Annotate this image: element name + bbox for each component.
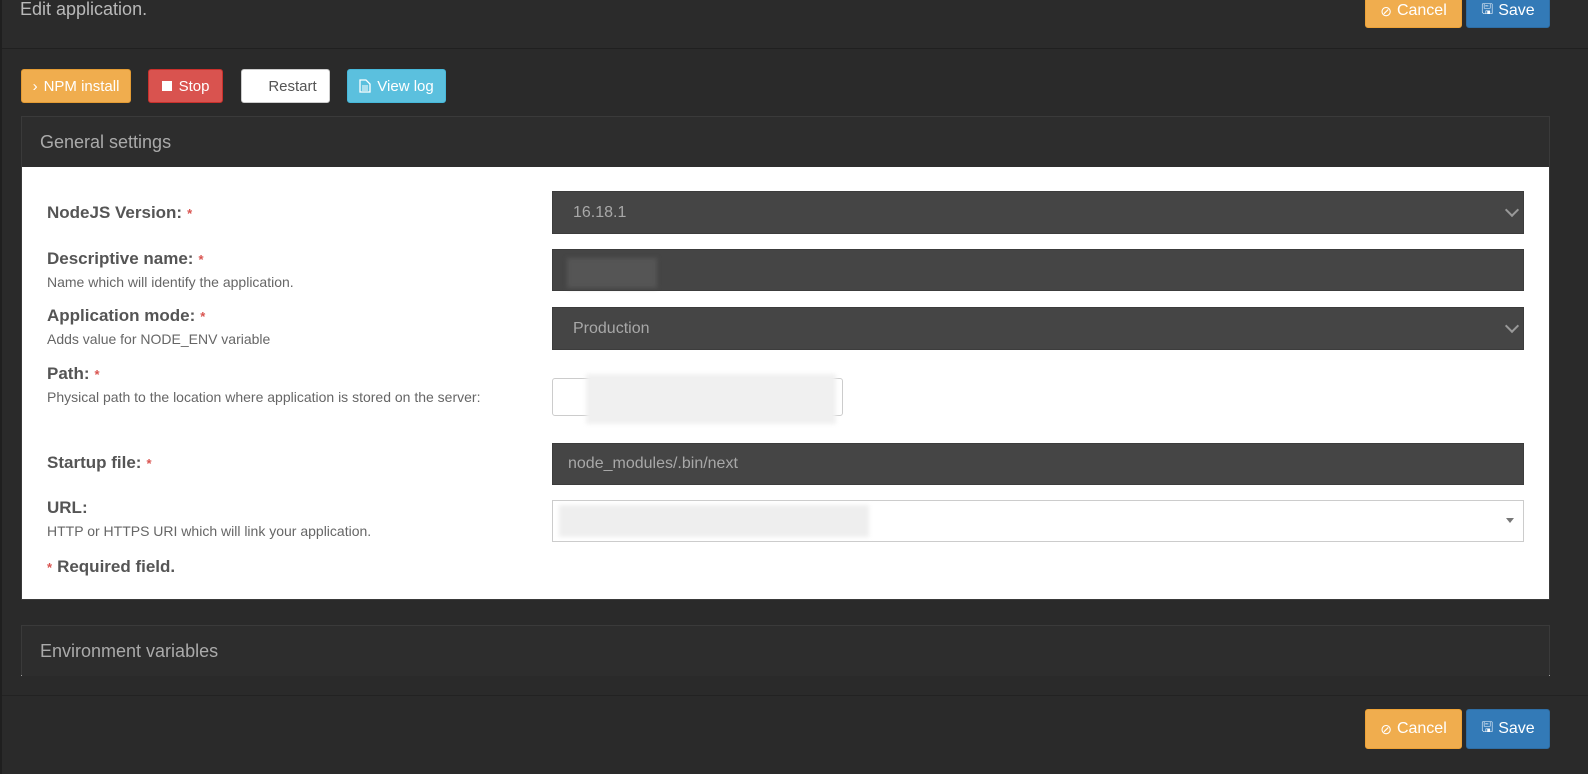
save-button-top[interactable]: 🖫 Save	[1466, 0, 1550, 28]
required-star: *	[47, 560, 53, 575]
general-settings-body: NodeJS Version: * 16.18.1 Descriptive nam…	[22, 167, 1549, 599]
environment-variables-heading: Environment variables	[22, 626, 1549, 676]
caret-down-icon	[1506, 518, 1514, 523]
save-label: Save	[1498, 720, 1535, 737]
general-settings-heading: General settings	[22, 117, 1549, 167]
chevron-down-icon	[1504, 318, 1520, 334]
required-star: *	[187, 206, 193, 221]
required-star: *	[146, 456, 152, 471]
page-header: Edit application. ⊘ Cancel 🖫 Save	[2, 0, 1588, 49]
environment-variables-card[interactable]: Environment variables	[21, 625, 1550, 676]
application-mode-select[interactable]: Production	[552, 307, 1524, 350]
url-select[interactable]	[552, 500, 1524, 542]
nodejs-version-label: NodeJS Version: *	[47, 203, 193, 222]
required-note: * Required field.	[47, 557, 176, 576]
cancel-button-top[interactable]: ⊘ Cancel	[1365, 0, 1462, 28]
nodejs-version-value: 16.18.1	[573, 203, 627, 221]
view-log-button[interactable]: View log	[347, 69, 446, 103]
stop-icon	[161, 81, 172, 91]
chevron-down-icon	[1504, 202, 1520, 218]
cancel-label: Cancel	[1396, 2, 1447, 19]
required-star: *	[200, 309, 206, 324]
application-mode-help: Adds value for NODE_ENV variable	[47, 331, 271, 347]
application-mode-label: Application mode: *	[47, 306, 206, 325]
url-help: HTTP or HTTPS URI which will link your a…	[47, 523, 372, 539]
nodejs-version-select[interactable]: 16.18.1	[552, 191, 1524, 234]
required-star: *	[198, 252, 204, 267]
application-mode-value: Production	[573, 319, 650, 337]
required-star: *	[94, 367, 100, 382]
page-title: Edit application.	[20, 0, 148, 19]
descriptive-name-label: Descriptive name: *	[47, 249, 204, 268]
startup-file-value: node_modules/.bin/next	[568, 455, 738, 472]
general-settings-card: General settings NodeJS Version: * 16.18.…	[21, 116, 1550, 600]
cancel-label: Cancel	[1396, 720, 1447, 737]
page-footer: ⊘ Cancel 🖫 Save	[2, 695, 1588, 774]
ban-icon: ⊘	[1380, 720, 1392, 737]
file-text-icon	[359, 79, 371, 93]
ban-icon: ⊘	[1380, 2, 1392, 19]
app-panel: Edit application. ⊘ Cancel 🖫 Save › NPM …	[2, 0, 1588, 774]
redacted-url	[559, 505, 869, 537]
redacted-path	[586, 374, 836, 424]
path-help: Physical path to the location where appl…	[47, 389, 481, 405]
url-label: URL:	[47, 498, 88, 517]
stop-label: Stop	[178, 77, 210, 95]
chevron-right-icon: ›	[32, 77, 38, 95]
stop-button[interactable]: Stop	[148, 69, 223, 103]
floppy-disk-icon: 🖫	[1481, 719, 1494, 735]
save-label: Save	[1498, 2, 1535, 19]
save-button-bottom[interactable]: 🖫 Save	[1466, 709, 1550, 749]
descriptive-name-input[interactable]	[552, 249, 1524, 291]
npm-install-label: NPM install	[43, 77, 120, 95]
restart-label: Restart	[268, 77, 317, 95]
descriptive-name-help: Name which will identify the application…	[47, 274, 294, 290]
floppy-disk-icon: 🖫	[1481, 1, 1494, 17]
startup-file-label: Startup file: *	[47, 453, 152, 472]
path-input[interactable]	[552, 374, 843, 424]
redacted-value	[567, 258, 657, 288]
restart-button[interactable]: Restart	[241, 69, 330, 103]
npm-install-button[interactable]: › NPM install	[21, 69, 131, 103]
startup-file-input[interactable]: node_modules/.bin/next	[552, 443, 1524, 485]
view-log-label: View log	[377, 77, 434, 95]
cancel-button-bottom[interactable]: ⊘ Cancel	[1365, 709, 1462, 749]
path-label: Path: *	[47, 364, 100, 383]
